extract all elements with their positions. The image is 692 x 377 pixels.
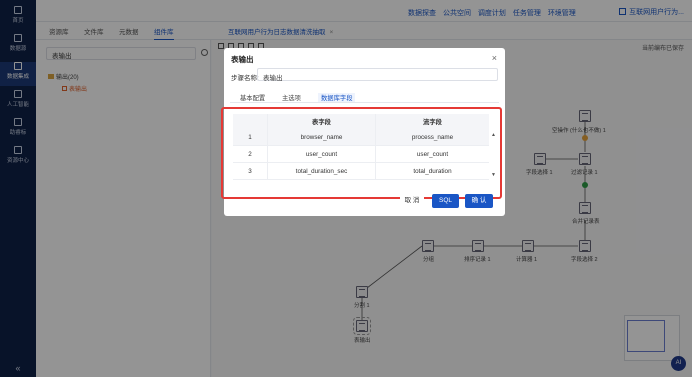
cancel-button[interactable]: 取 消 — [400, 194, 424, 208]
highlight-frame — [221, 107, 502, 199]
close-icon[interactable]: × — [492, 53, 497, 63]
sql-button[interactable]: SQL — [432, 194, 459, 208]
dialog-tabs: 基本配置 主选项 数据库字段 — [230, 89, 499, 103]
tab-db-fields[interactable]: 数据库字段 — [318, 93, 356, 102]
confirm-button[interactable]: 确 认 — [465, 194, 493, 208]
dialog-title: 表输出 — [231, 55, 254, 64]
step-name-label: 步骤名称: — [231, 75, 259, 82]
tab-main-options[interactable]: 主选项 — [282, 93, 301, 102]
tab-basic-config[interactable]: 基本配置 — [240, 93, 265, 102]
step-name-input[interactable]: 表输出 — [257, 68, 498, 82]
